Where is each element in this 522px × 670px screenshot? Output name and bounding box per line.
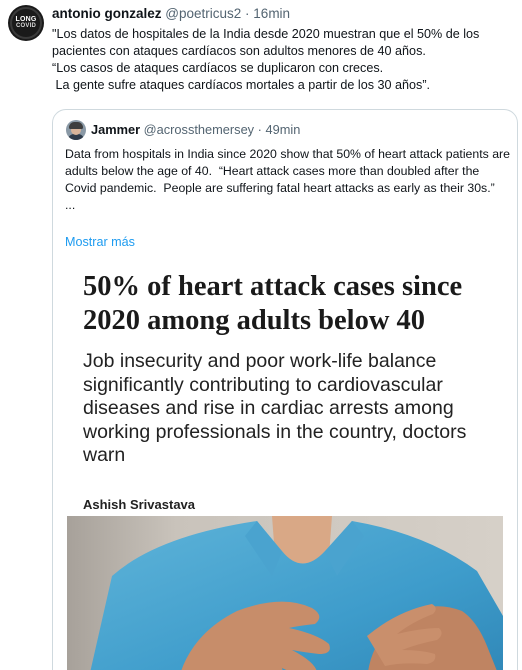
- tweet[interactable]: LONG COVID antonio gonzalez @poetricus2 …: [0, 0, 522, 670]
- quoted-author-name[interactable]: Jammer: [91, 122, 140, 137]
- tweet-timestamp[interactable]: 16min: [253, 6, 290, 21]
- quoted-author-handle[interactable]: @acrossthemersey: [144, 122, 254, 137]
- article-photo: [67, 516, 503, 670]
- quoted-tweet-header: Jammer @acrossthemersey · 49min: [91, 122, 300, 137]
- quoted-header-separator: ·: [257, 122, 262, 137]
- header-separator: ·: [245, 6, 250, 21]
- avatar-text-top: LONG: [15, 16, 37, 23]
- quoted-tweet-timestamp[interactable]: 49min: [265, 122, 300, 137]
- author-avatar[interactable]: LONG COVID: [8, 5, 44, 41]
- quoted-tweet-text: Data from hospitals in India since 2020 …: [65, 147, 510, 212]
- show-more-link[interactable]: Mostrar más: [65, 235, 135, 249]
- tweet-text: "Los datos de hospitales de la India des…: [52, 27, 480, 92]
- article-subheadline: Job insecurity and poor work-life balanc…: [83, 350, 467, 466]
- avatar-hair: [69, 122, 83, 129]
- quoted-author-avatar[interactable]: [66, 120, 86, 140]
- article-image[interactable]: 50% of heart attack cases since 2020 amo…: [53, 256, 517, 670]
- article-headline: 50% of heart attack cases since 2020 amo…: [83, 271, 463, 336]
- avatar-text-bottom: COVID: [15, 23, 36, 29]
- author-name[interactable]: antonio gonzalez: [52, 6, 162, 21]
- quoted-tweet[interactable]: Jammer @acrossthemersey · 49min Data fro…: [52, 109, 518, 670]
- author-handle[interactable]: @poetricus2: [165, 6, 241, 21]
- tweet-header: antonio gonzalez @poetricus2 · 16min: [52, 6, 290, 21]
- article-author: Ashish Srivastava: [83, 497, 196, 512]
